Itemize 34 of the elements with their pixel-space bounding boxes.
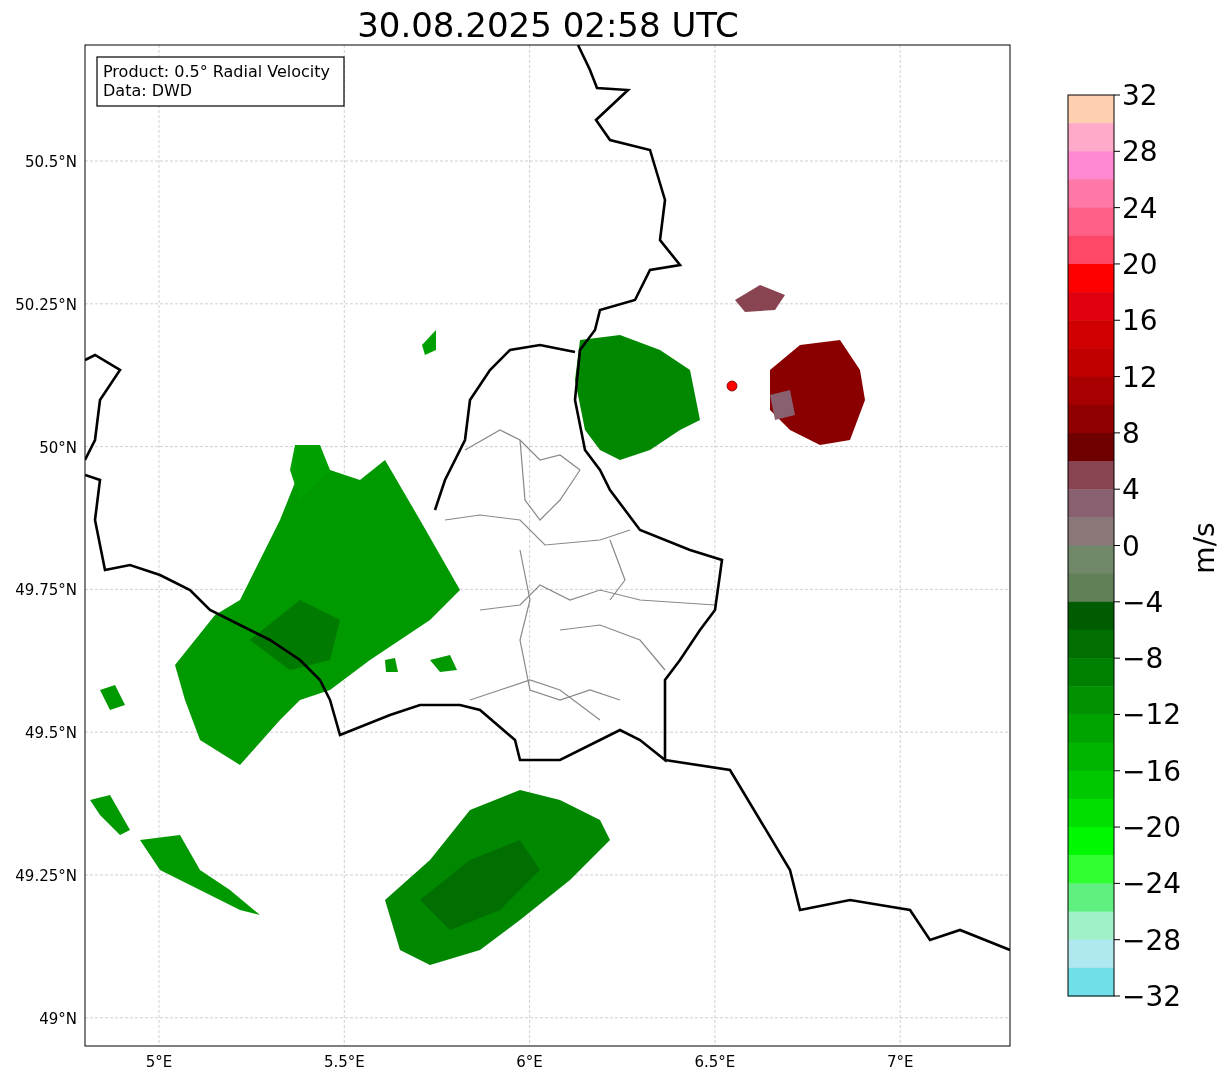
colorbar-tick-label: −12 <box>1122 698 1182 732</box>
colorbar-tick-label: −4 <box>1122 585 1164 619</box>
longitude-label: 5°E <box>145 1053 173 1071</box>
chart-title: 30.08.2025 02:58 UTC <box>357 5 739 45</box>
colorbar-tick-label: 8 <box>1122 416 1140 450</box>
colorbar-tick-label: 32 <box>1122 79 1158 112</box>
colorbar-tick-label: 24 <box>1122 191 1158 225</box>
colorbar-tick-label: −28 <box>1122 923 1182 957</box>
colorbar-tick-label: 16 <box>1122 304 1158 338</box>
info-text: Data: DWD <box>103 81 193 100</box>
colorbar-tick-label: 4 <box>1122 473 1140 507</box>
info-text: Product: 0.5° Radial Velocity <box>103 62 331 81</box>
latitude-label: 50°N <box>39 438 77 457</box>
radar-site-marker <box>726 380 738 392</box>
colorbar-tick-label: −8 <box>1122 642 1164 676</box>
latitude-label: 50.5°N <box>24 153 77 171</box>
longitude-label: 7°E <box>886 1053 914 1071</box>
colorbar-tick-label: −32 <box>1122 980 1182 1013</box>
colorbar-tick-label: −20 <box>1122 811 1182 845</box>
latitude-label: 49.5°N <box>24 724 77 743</box>
latitude-label: 49.75°N <box>15 581 77 600</box>
colorbar-tick-label: 0 <box>1122 529 1140 563</box>
colorbar-tick-label: 28 <box>1122 135 1158 169</box>
colorbar-tick-label: 20 <box>1122 247 1158 281</box>
colorbar-tick-label: −16 <box>1122 754 1182 788</box>
colorbar-tick-label: 12 <box>1122 360 1158 394</box>
colorbar-label: m/s <box>1188 522 1221 574</box>
latitude-label: 49°N <box>39 1009 77 1028</box>
colorbar-tick-label: −24 <box>1122 867 1182 901</box>
longitude-label: 5.5°E <box>323 1053 365 1071</box>
latitude-label: 50.25°N <box>15 295 77 314</box>
longitude-label: 6°E <box>516 1053 543 1071</box>
latitude-label: 49.25°N <box>15 867 77 885</box>
longitude-label: 6.5°E <box>694 1053 736 1071</box>
